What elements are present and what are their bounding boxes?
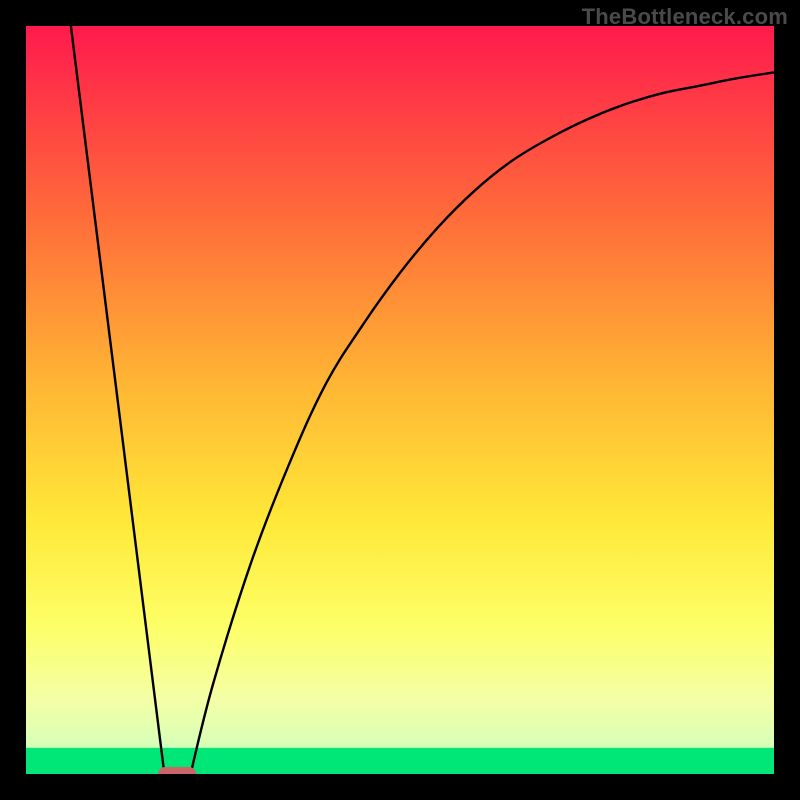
green-band bbox=[26, 748, 774, 774]
chart-svg bbox=[26, 26, 774, 774]
watermark-text: TheBottleneck.com bbox=[582, 4, 788, 30]
optimal-marker bbox=[158, 767, 196, 774]
gradient-background bbox=[26, 26, 774, 774]
chart-frame: TheBottleneck.com bbox=[0, 0, 800, 800]
plot-area bbox=[26, 26, 774, 774]
